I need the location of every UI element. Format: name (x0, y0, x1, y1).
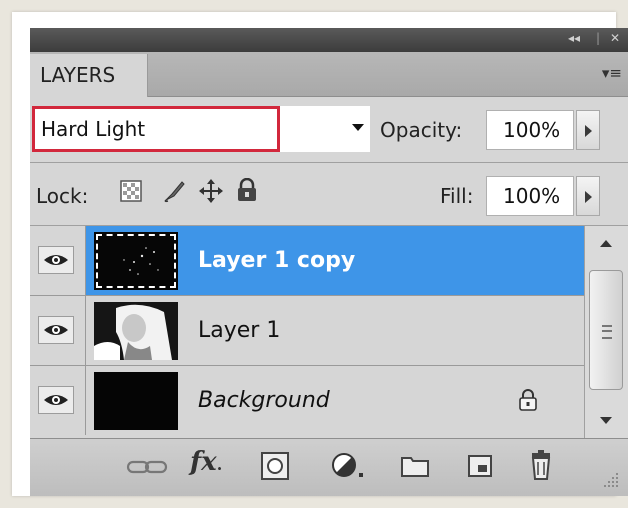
panel-menu-icon[interactable]: ▾≡ (602, 64, 622, 82)
layer-name: Layer 1 (198, 318, 281, 343)
fill-slider-button[interactable] (576, 176, 600, 216)
lock-all-icon[interactable] (236, 177, 258, 206)
collapse-panel-icon[interactable]: ◂◂ (568, 31, 580, 45)
chevron-down-icon (352, 124, 364, 131)
link-layers-icon[interactable] (126, 455, 170, 483)
fx-icon[interactable]: fx. (190, 447, 222, 477)
layers-toolbar: fx. (30, 438, 628, 496)
arrow-right-icon (585, 125, 592, 137)
layer-row-background[interactable]: Background (30, 366, 584, 436)
resize-grip-icon[interactable] (602, 471, 620, 493)
layer-name: Layer 1 copy (198, 248, 356, 273)
tab-row: LAYERS ▾≡ (30, 52, 628, 97)
eye-icon (38, 316, 74, 344)
opacity-slider-button[interactable] (576, 110, 600, 150)
layer-thumbnail (94, 302, 178, 360)
opacity-input[interactable]: 100% (486, 110, 574, 150)
layers-scrollbar[interactable] (584, 226, 628, 438)
arrow-right-icon (585, 191, 592, 203)
layer-row-layer-1-copy[interactable]: Layer 1 copy (30, 226, 584, 296)
fill-input[interactable]: 100% (486, 176, 574, 216)
blend-mode-dropdown[interactable] (280, 106, 370, 152)
titlebar-divider: | (596, 31, 601, 45)
panel-title-bar: ◂◂ | ✕ (30, 28, 628, 52)
scrollbar-thumb[interactable] (589, 270, 623, 390)
visibility-toggle[interactable] (30, 366, 86, 435)
blend-mode-select[interactable]: Hard Light (32, 106, 280, 152)
close-panel-icon[interactable]: ✕ (610, 31, 620, 45)
eye-icon (38, 246, 74, 274)
lock-position-icon[interactable] (198, 178, 224, 208)
new-layer-icon[interactable] (466, 453, 494, 483)
visibility-toggle[interactable] (30, 226, 86, 295)
fx-text: fx (190, 447, 217, 477)
visibility-toggle[interactable] (30, 296, 86, 365)
lock-transparent-pixels-icon[interactable] (120, 180, 142, 206)
adjustment-layer-icon[interactable] (330, 451, 370, 487)
eye-icon (38, 386, 74, 414)
layer-name: Background (198, 388, 330, 413)
layer-lock-icon (518, 388, 538, 416)
lock-label: Lock: (36, 184, 89, 208)
opacity-label: Opacity: (380, 118, 463, 142)
scroll-up-icon[interactable] (600, 240, 612, 247)
layer-mask-icon[interactable] (260, 451, 290, 485)
delete-layer-icon[interactable] (528, 449, 554, 485)
scroll-down-icon[interactable] (600, 417, 612, 424)
new-group-icon[interactable] (400, 453, 430, 483)
layer-thumbnail (94, 372, 178, 430)
layer-thumbnail (94, 232, 178, 290)
divider (30, 162, 628, 163)
layer-row-layer-1[interactable]: Layer 1 (30, 296, 584, 366)
layers-list: Layer 1 copy Layer 1 Background (30, 226, 584, 438)
grip-icon (602, 325, 612, 339)
tab-layers[interactable]: LAYERS (30, 54, 148, 97)
lock-image-pixels-icon[interactable] (162, 178, 188, 208)
layers-panel: ◂◂ | ✕ LAYERS ▾≡ Hard Light Opacity: 100… (30, 28, 628, 496)
fill-label: Fill: (440, 184, 474, 208)
